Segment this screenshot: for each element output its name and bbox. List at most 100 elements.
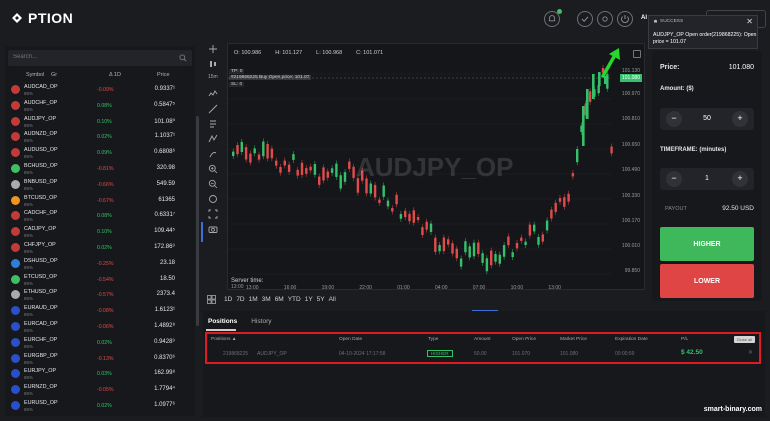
tf-5y[interactable]: 5Y (317, 296, 325, 303)
asset-row[interactable]: AUDCAD_OP 85% -0.09% 0.9337¹ (5, 82, 193, 98)
candle-body (429, 223, 433, 232)
amount-plus-button[interactable]: + (732, 111, 748, 127)
col-price[interactable]: Price (157, 72, 170, 78)
asset-row[interactable]: ETCUSD_OP 85% -0.54% 18.50 (5, 272, 193, 288)
col-symbol[interactable]: Symbol (26, 72, 44, 78)
crosshair-icon[interactable] (208, 44, 218, 54)
asset-flag-icon (11, 274, 20, 284)
asset-row[interactable]: AUDJPY_OP 85% 0.10% 101.08⁰ (5, 114, 193, 130)
amount-stepper[interactable]: − 50 + (660, 108, 754, 130)
toast-title: SUCCESS (653, 19, 683, 24)
th-open-price[interactable]: Open Price (512, 337, 536, 342)
asset-row[interactable]: BCHUSD_OP 85% -0.81% 320.98 (5, 161, 193, 177)
asset-row[interactable]: ETHUSD_OP 85% -0.57% 2373.4 (5, 287, 193, 303)
asset-row[interactable]: EURUSD_OP 85% 0.02% 1.0977⁶ (5, 398, 193, 414)
th-open-date[interactable]: Open Date (339, 337, 362, 342)
zoom-out-icon[interactable] (208, 179, 218, 189)
position-amount: 50.00 (474, 351, 487, 357)
asset-row[interactable]: CHFJPY_OP 85% 0.02% 172.86⁹ (5, 240, 193, 256)
timeframe-plus-button[interactable]: + (732, 171, 748, 187)
text-tool-icon[interactable] (208, 119, 218, 129)
th-positions[interactable]: Positions ▲ (211, 337, 237, 342)
stop-loss-label[interactable]: SL: 0 (229, 82, 245, 87)
tf-1d[interactable]: 1D (224, 296, 232, 303)
tf-1y[interactable]: 1Y (305, 296, 313, 303)
asset-row[interactable]: EURCHF_OP 85% 0.02% 0.9428⁹ (5, 335, 193, 351)
timeframe-stepper[interactable]: − 1 + (660, 168, 754, 190)
asset-row[interactable]: CADCHF_OP 85% 0.08% 0.6331⁷ (5, 208, 193, 224)
asset-change: -0.81% (97, 165, 114, 172)
asset-row[interactable]: DSHUSD_OP 85% -0.25% 23.18 (5, 256, 193, 272)
asset-row[interactable]: EURNZD_OP 85% -0.05% 1.7794⁴ (5, 382, 193, 398)
asset-row[interactable]: BNBUSD_OP 85% -0.66% 549.59 (5, 177, 193, 193)
price-chart[interactable]: O: 100.986 H: 101.127 L: 100.968 C: 101.… (227, 43, 645, 291)
tab-history[interactable]: History (251, 318, 271, 325)
layout-grid-icon[interactable] (207, 294, 216, 304)
close-icon[interactable]: ✕ (746, 17, 753, 26)
asset-name: BCHUSD_OP (24, 162, 58, 169)
position-close-icon[interactable]: ✕ (748, 349, 753, 356)
zoom-in-icon[interactable] (208, 164, 218, 174)
fullscreen-icon[interactable] (208, 209, 218, 219)
asset-row[interactable]: AUDCHF_OP 85% 0.08% 0.5847⁵ (5, 98, 193, 114)
expand-icon[interactable] (633, 50, 641, 58)
take-profit-label[interactable]: TP: 0 (229, 69, 245, 74)
asset-row[interactable]: EURAUD_OP 85% -0.08% 1.6123¹ (5, 303, 193, 319)
col-gr[interactable]: Gr (51, 72, 57, 78)
account-initials[interactable]: Al (641, 15, 647, 21)
asset-payout: 85% (24, 201, 34, 207)
camera-icon[interactable] (208, 224, 218, 234)
asset-price: 0.9337¹ (154, 86, 175, 92)
tf-all[interactable]: All (329, 296, 336, 303)
asset-row[interactable]: BTCUSD_OP 85% -0.67% 61365 (5, 193, 193, 209)
asset-row[interactable]: EURCAD_OP 85% -0.06% 1.4892⁸ (5, 319, 193, 335)
search-input[interactable] (13, 54, 173, 60)
asset-row[interactable]: EURJPY_OP 85% 0.03% 162.99⁸ (5, 366, 193, 382)
candles-icon[interactable] (208, 59, 218, 69)
gear-icon[interactable] (597, 11, 613, 27)
asset-name: EURNZD_OP (24, 384, 58, 391)
th-expiration-date[interactable]: Expiration Date (615, 337, 648, 342)
asset-row[interactable]: AUDNZD_OP 85% 0.02% 1.1037¹ (5, 129, 193, 145)
asset-flag-icon (11, 400, 20, 410)
tf-3m[interactable]: 3M (262, 296, 271, 303)
ohlc-low: L: 100.968 (316, 50, 343, 56)
col-change[interactable]: Δ 1D (109, 72, 121, 78)
indicators-icon[interactable] (208, 89, 218, 99)
candle-body (597, 85, 600, 94)
th-amount[interactable]: Amount (474, 337, 491, 342)
asset-row[interactable]: EURGBP_OP 85% -0.13% 0.8370⁶ (5, 351, 193, 367)
asset-name: ETHUSD_OP (24, 289, 57, 296)
tf-6m[interactable]: 6M (275, 296, 284, 303)
magnet-icon[interactable] (208, 194, 218, 204)
search-box[interactable] (8, 50, 192, 66)
tf-ytd[interactable]: YTD (288, 296, 301, 303)
trend-line-icon[interactable] (208, 104, 218, 114)
asset-panel: Symbol Gr Δ 1D Price AUDCAD_OP85%-0.09%0… (5, 46, 199, 416)
pattern-icon[interactable] (208, 134, 218, 144)
asset-row[interactable]: CADJPY_OP 85% 0.10% 109.44⁵ (5, 224, 193, 240)
tf-7d[interactable]: 7D (236, 296, 244, 303)
th-market-price[interactable]: Market Price (560, 337, 587, 342)
asset-row[interactable]: AUDUSD_OP 85% 0.09% 0.6808⁶ (5, 145, 193, 161)
brush-icon[interactable] (208, 149, 218, 159)
x-tick-label: 10:00 (510, 285, 524, 291)
check-circle-icon[interactable] (577, 11, 593, 27)
candle-body (586, 89, 589, 119)
logo[interactable]: PTION (10, 10, 73, 26)
close-all-button[interactable]: Close all (733, 336, 755, 343)
lower-button[interactable]: LOWER (660, 264, 754, 298)
search-icon[interactable] (179, 54, 187, 62)
logo-icon (12, 13, 22, 23)
th-type[interactable]: Type (428, 337, 438, 342)
asset-flag-icon (11, 195, 20, 205)
open-order-label[interactable]: #219868225 Buy Open price: 101.07 (229, 75, 312, 80)
tab-positions[interactable]: Positions (208, 318, 237, 325)
asset-list-scrollbar[interactable] (196, 116, 199, 326)
y-tick-label: 100.170 (621, 218, 640, 224)
tf-1m[interactable]: 1M (249, 296, 258, 303)
th-pl[interactable]: P/L (681, 337, 688, 342)
power-icon[interactable] (617, 11, 633, 27)
higher-button[interactable]: HIGHER (660, 227, 754, 261)
timeframe-15m-label[interactable]: 15m (208, 74, 218, 84)
